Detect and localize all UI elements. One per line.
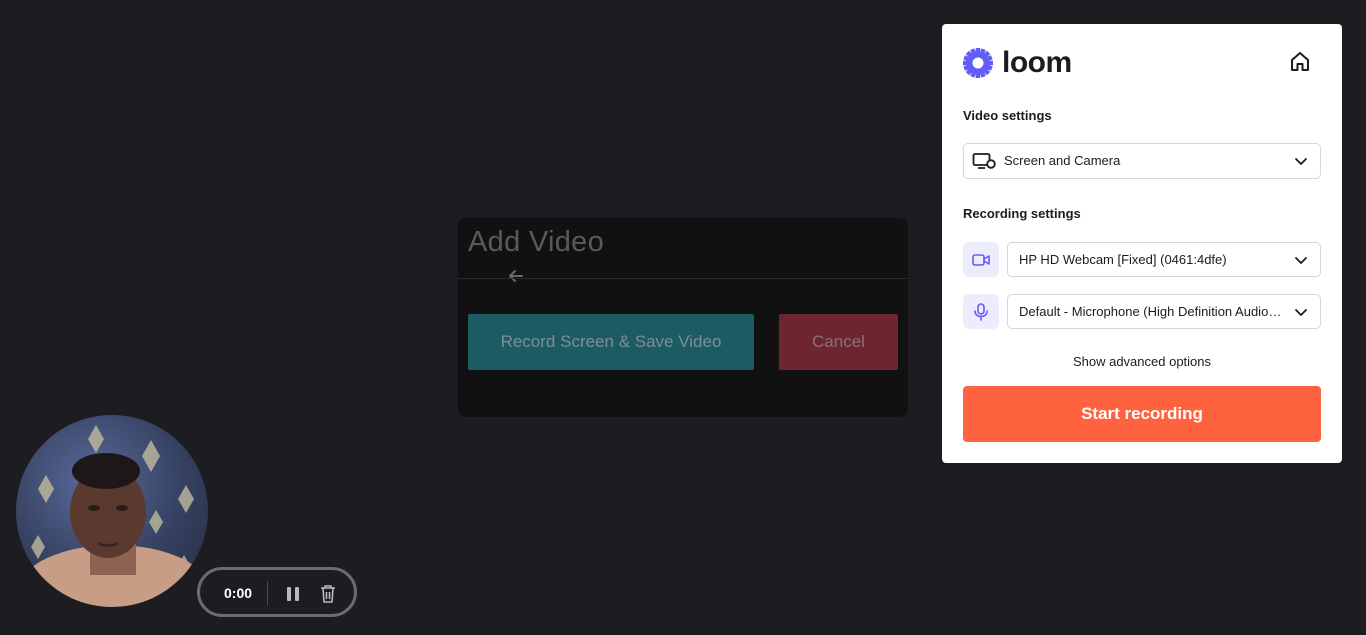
screen-camera-icon xyxy=(972,153,996,169)
loom-logo: loom xyxy=(962,46,1072,80)
recording-timer: 0:00 xyxy=(224,585,253,601)
video-camera-icon xyxy=(972,254,990,266)
video-settings-label: Video settings xyxy=(963,108,1052,123)
camera-select[interactable]: HP HD Webcam [Fixed] (0461:4dfe) xyxy=(1007,242,1321,277)
cancel-button[interactable]: Cancel xyxy=(779,314,898,370)
microphone-icon xyxy=(974,303,988,321)
microphone-device-value: Default - Microphone (High Definition Au… xyxy=(1019,304,1284,319)
back-arrow-icon[interactable] xyxy=(506,266,526,286)
recording-settings-label: Recording settings xyxy=(963,206,1081,221)
camera-device-value: HP HD Webcam [Fixed] (0461:4dfe) xyxy=(1019,252,1227,267)
record-screen-button[interactable]: Record Screen & Save Video xyxy=(468,314,754,370)
chevron-down-icon xyxy=(1295,158,1307,165)
loom-panel: loom Video settings Screen and Camera Re… xyxy=(942,24,1342,463)
controls-divider xyxy=(267,581,268,605)
chevron-down-icon xyxy=(1295,257,1307,264)
video-mode-value: Screen and Camera xyxy=(1004,153,1121,168)
trash-icon[interactable] xyxy=(319,584,337,604)
modal-divider xyxy=(458,278,908,279)
pause-icon[interactable] xyxy=(284,585,302,603)
camera-bubble[interactable] xyxy=(16,415,208,607)
camera-toggle[interactable] xyxy=(963,242,999,277)
modal-title: Add Video xyxy=(468,226,605,258)
video-mode-select[interactable]: Screen and Camera xyxy=(963,143,1321,179)
camera-feed-image xyxy=(19,425,208,607)
start-recording-button[interactable]: Start recording xyxy=(963,386,1321,442)
loom-logo-icon xyxy=(963,48,993,78)
add-video-modal: Add Video Record Screen & Save Video Can… xyxy=(458,218,908,417)
microphone-toggle[interactable] xyxy=(963,294,999,329)
recording-controls: 0:00 xyxy=(197,567,357,617)
microphone-select[interactable]: Default - Microphone (High Definition Au… xyxy=(1007,294,1321,329)
loom-wordmark: loom xyxy=(1002,46,1072,79)
home-icon[interactable] xyxy=(1288,50,1312,74)
show-advanced-options-link[interactable]: Show advanced options xyxy=(942,354,1342,369)
chevron-down-icon xyxy=(1295,309,1307,316)
